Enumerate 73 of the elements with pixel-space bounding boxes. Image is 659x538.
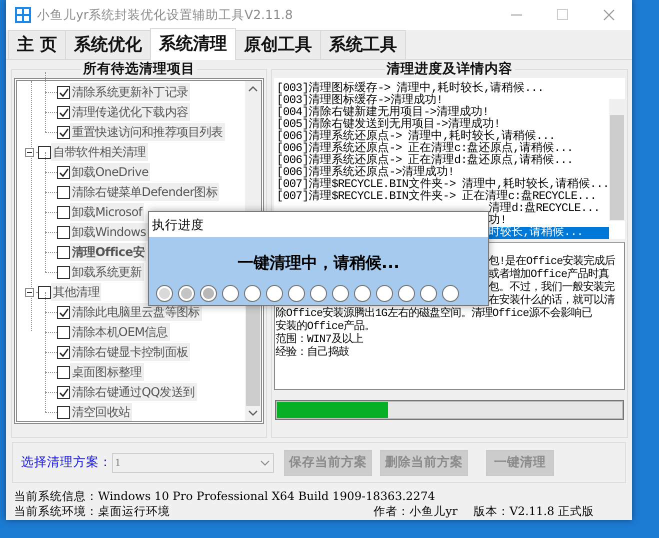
window-title: 小鱼儿yr系统封装优化设置辅助工具V2.11.8 [37, 6, 294, 24]
tab[interactable]: 主 页 [8, 30, 66, 59]
tree-item[interactable]: 卸载Windows [70, 223, 148, 241]
tree-item[interactable]: 清除此电脑里云盘等图标 [70, 303, 202, 321]
tree-item[interactable]: 重置快速访问和推荐项目列表 [70, 123, 225, 141]
tree-item[interactable]: 卸载OneDrive [70, 163, 150, 181]
panel-title: 清理进度及详情内容 [386, 60, 514, 78]
details-text: 包!是在Office安装完成后 [488, 256, 616, 268]
environment-text: 当前系统环境：桌面运行环境 [14, 504, 170, 519]
log-line[interactable]: [007]清理$RECYCLE.BIN文件夹-> 正在清理c:盘RECYCLE... [276, 191, 609, 203]
details-text: 范围：WIN7及以上 [275, 334, 363, 346]
details-text: 在安装什么的话，就可以清 [488, 295, 614, 307]
checkbox[interactable] [57, 106, 70, 118]
tree-item[interactable]: 清除系统更新补丁记录 [70, 83, 190, 101]
log-line[interactable]: [004]清除右键新建无用项目->清理成功! [276, 107, 609, 119]
dialog-title: 执行进度 [149, 212, 488, 237]
details-text: 经验：自己捣鼓 [275, 347, 349, 360]
tab[interactable]: 原创工具 [234, 30, 321, 59]
checkbox[interactable] [57, 186, 70, 198]
author-text: 作者：小鱼儿yr [373, 504, 458, 519]
log-line[interactable]: [003]清理图标缓存-> 清理中,耗时较长,请稍候... [276, 83, 609, 95]
checkbox[interactable] [57, 306, 70, 318]
log-line[interactable]: [007]清理$RECYCLE.BIN文件夹-> 清理中,耗时较长,请稍候... [276, 179, 609, 191]
tree-item[interactable]: 清除本机OEM信息 [70, 323, 170, 341]
checkbox[interactable] [38, 286, 51, 298]
checkbox[interactable] [57, 406, 70, 418]
scrollbar[interactable] [609, 99, 625, 221]
panel-title: 所有待选清理项目 [82, 60, 196, 78]
details-text: 除Office安装源腾出1G左右的磁盘空间。清理Office源不会影响已 [275, 308, 592, 320]
details-text: 或者增加Office产品时真 [488, 269, 610, 281]
tree-item[interactable]: 清理Office安 [70, 243, 146, 261]
log-line[interactable]: 清理d:盘RECYCLE... [488, 203, 609, 215]
checkbox[interactable] [57, 366, 70, 378]
tree-item[interactable]: 清除右键菜单Defender图标 [70, 183, 220, 201]
log-line[interactable]: [005]清除右键发送到无用项目->清理成功! [276, 119, 609, 131]
checkbox[interactable] [57, 386, 70, 398]
tree-item[interactable]: 清除右键通过QQ发送到 [70, 383, 196, 401]
tree-item[interactable]: 卸载Microsof [70, 203, 144, 221]
tab[interactable]: 系统清理 [150, 28, 236, 60]
system-info-text: 当前系统信息：Windows 10 Pro Professional X64 Build 1909-18363.2274 [14, 489, 436, 504]
collapse-icon[interactable] [25, 148, 34, 156]
tab[interactable]: 系统优化 [64, 30, 151, 59]
details-text: 安装的Office产品。 [275, 321, 376, 333]
details-text: 包。不过，我们一般安装完 [488, 282, 614, 294]
tree-group[interactable]: 自带软件相关清理 [51, 143, 148, 161]
collapse-icon[interactable] [25, 288, 34, 296]
checkbox[interactable] [38, 146, 51, 158]
tree-group[interactable]: 其他清理 [51, 283, 102, 301]
checkbox[interactable] [57, 86, 70, 98]
tab[interactable]: 系统工具 [320, 30, 406, 59]
log-line[interactable]: [006]清理系统还原点->清理成功! [276, 167, 609, 179]
checkbox[interactable] [57, 346, 70, 358]
checkbox[interactable] [57, 246, 70, 258]
tree-item[interactable]: 清理传递优化下载内容 [70, 103, 190, 121]
checkbox[interactable] [57, 226, 70, 238]
tree-item[interactable]: 清空回收站 [70, 403, 132, 421]
dialog-message: 一键清理中，请稍候... [237, 253, 400, 274]
log-line[interactable]: [006]清理系统还原点-> 正在清理c:盘还原点,请稍候... [276, 143, 609, 155]
checkbox[interactable] [57, 166, 70, 178]
log-line[interactable]: [006]清理系统还原点-> 正在清理d:盘还原点,请稍候... [276, 155, 609, 167]
version-text: 版本：V2.11.8 正式版 [473, 504, 594, 519]
log-line[interactable]: 功! [488, 215, 609, 227]
tree-item[interactable]: 清除右键显卡控制面板 [70, 343, 190, 361]
tree-item[interactable]: 卸载系统更新 [70, 263, 144, 281]
checkbox[interactable] [57, 206, 70, 218]
log-line[interactable]: [006]清理系统还原点-> 清理中,耗时较长,请稍候... [276, 131, 609, 143]
close-icon[interactable] [603, 9, 615, 21]
scheme-label: 选择清理方案： [21, 454, 112, 471]
checkbox[interactable] [57, 126, 70, 138]
checkbox[interactable] [57, 266, 70, 278]
app-logo-icon [15, 7, 31, 23]
tree-item[interactable]: 桌面图标整理 [70, 363, 144, 381]
checkbox[interactable] [57, 326, 70, 338]
